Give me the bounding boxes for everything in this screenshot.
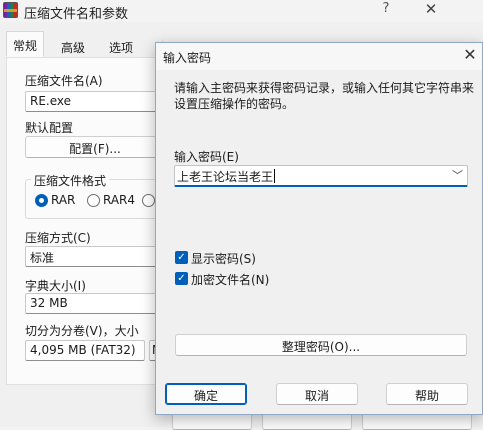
format-rar-label: RAR — [51, 193, 76, 207]
help-button[interactable]: 帮助 — [386, 383, 468, 405]
encrypt-filenames-checkbox[interactable]: ✓ — [175, 272, 188, 285]
show-password-label: 显示密码(S) — [191, 252, 256, 266]
tab-options[interactable]: 选项 — [102, 33, 140, 57]
main-window-title: 压缩文件名和参数 — [24, 7, 129, 22]
cancel-button[interactable]: 取消 — [276, 383, 358, 405]
dictionary-size-label: 字典大小(I) — [25, 279, 86, 293]
tab-advanced[interactable]: 高级 — [54, 33, 92, 57]
text-caret — [274, 169, 275, 183]
password-combobox[interactable]: 上老王论坛当老王 ﹀ — [174, 165, 468, 187]
format-rar4-label: RAR4 — [103, 193, 136, 207]
compression-method-label: 压缩方式(C) — [25, 231, 91, 245]
enter-password-dialog: 输入密码 ✕ 请输入主密码来获得密码记录，或输入任何其它字符串来设置压缩操作的密… — [155, 42, 483, 415]
dialog-title: 输入密码 — [163, 51, 212, 65]
format-rar-radio[interactable] — [35, 194, 48, 207]
close-icon[interactable]: ✕ — [461, 45, 479, 65]
split-size-select[interactable]: 4,095 MB (FAT32) — [25, 340, 145, 361]
tab-general[interactable]: 常规 — [6, 31, 45, 57]
archive-format-group-title: 压缩文件格式 — [31, 172, 110, 189]
password-label: 输入密码(E) — [174, 150, 239, 164]
encrypt-filenames-label: 加密文件名(N) — [191, 273, 270, 287]
profiles-button[interactable]: 配置(F)... — [25, 136, 165, 158]
chevron-down-icon[interactable]: ﹀ — [452, 167, 463, 183]
ok-button[interactable]: 确定 — [165, 383, 247, 405]
dialog-titlebar: 输入密码 ✕ — [156, 43, 482, 70]
compression-method-select[interactable]: 标准 — [25, 246, 165, 267]
dialog-description: 请输入主密码来获得密码记录，或输入任何其它字符串来设置压缩操作的密码。 — [174, 81, 475, 111]
format-zip-radio[interactable] — [142, 194, 155, 207]
split-volumes-label: 切分为分卷(V)，大小 — [25, 324, 139, 338]
show-password-checkbox[interactable]: ✓ — [175, 251, 188, 264]
help-titlebar-button[interactable]: ? — [378, 1, 394, 19]
format-rar4-radio[interactable] — [87, 194, 100, 207]
winrar-app-icon — [3, 2, 18, 18]
main-titlebar: 压缩文件名和参数 ? ✕ — [0, 0, 483, 22]
close-icon[interactable]: ✕ — [423, 0, 439, 20]
profiles-label: 默认配置 — [25, 121, 74, 135]
archive-name-input[interactable]: RE.exe — [25, 91, 165, 112]
organize-passwords-button[interactable]: 整理密码(O)... — [175, 334, 467, 356]
dictionary-size-select[interactable]: 32 MB — [25, 293, 165, 314]
password-input[interactable]: 上老王论坛当老王 — [177, 168, 273, 185]
archive-name-label: 压缩文件名(A) — [25, 74, 103, 88]
